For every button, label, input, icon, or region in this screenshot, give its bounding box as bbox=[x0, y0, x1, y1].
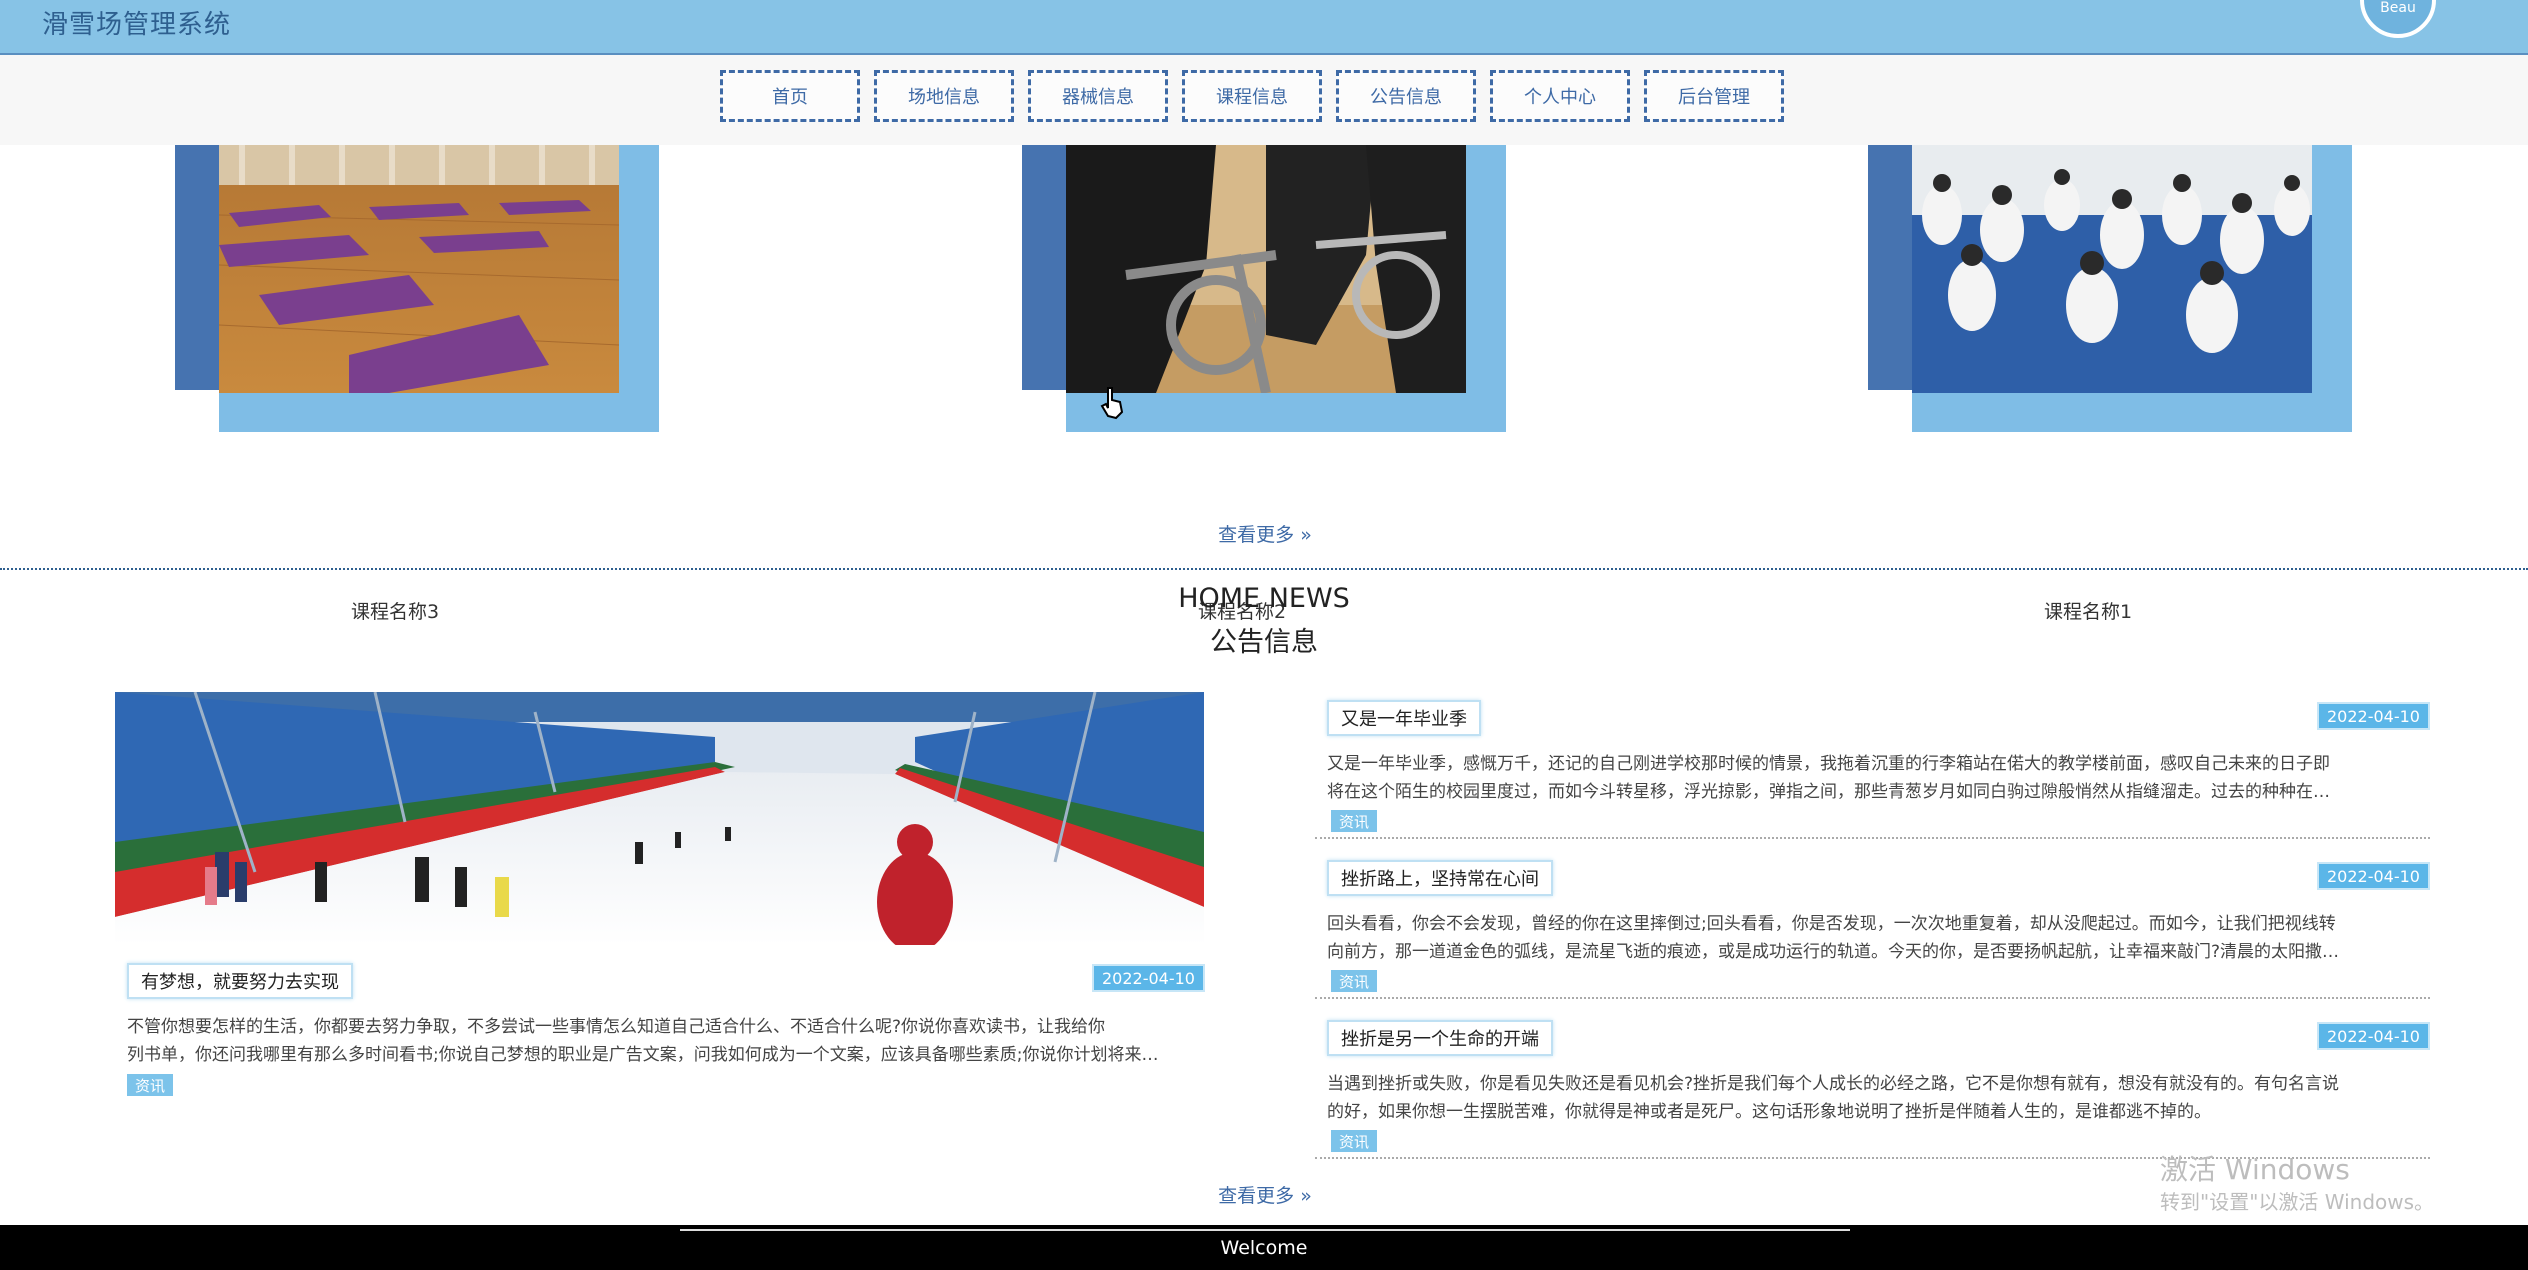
news-item-summary: 又是一年毕业季，感慨万千，还记的自己刚进学校那时候的情景，我拖着沉重的行李箱站在… bbox=[1327, 754, 2330, 802]
site-title: 滑雪场管理系统 bbox=[42, 10, 232, 40]
featured-news-title[interactable]: 有梦想，就要努力去实现 bbox=[127, 963, 353, 999]
featured-news-tag[interactable]: 资讯 bbox=[127, 1074, 174, 1096]
courses-more-link[interactable]: 查看更多 » bbox=[1165, 520, 1365, 547]
windows-watermark-subtitle: 转到"设置"以激活 Windows。 bbox=[2160, 1190, 2435, 1214]
news-divider bbox=[1315, 997, 2430, 999]
news-item-date: 2022-04-10 bbox=[2317, 862, 2430, 890]
nav-notice-info[interactable]: 公告信息 bbox=[1336, 70, 1476, 122]
avatar-text: Beau bbox=[2380, 0, 2416, 16]
course-image bbox=[1066, 145, 1466, 393]
hand-cursor-icon bbox=[1100, 386, 1126, 424]
news-item-summary: 回头看看，你会不会发现，曾经的你在这里摔倒过;回头看看，你是否发现，一次次地重复… bbox=[1327, 914, 2340, 962]
footer-divider bbox=[680, 1229, 1850, 1231]
news-item-title[interactable]: 挫折路上，坚持常在心间 bbox=[1327, 860, 1553, 896]
nav-home[interactable]: 首页 bbox=[720, 70, 860, 122]
news-item-tag[interactable]: 资讯 bbox=[1331, 810, 1378, 832]
nav-equipment-info[interactable]: 器械信息 bbox=[1028, 70, 1168, 122]
news-more-link[interactable]: 查看更多 » bbox=[1165, 1181, 1365, 1208]
news-item-date: 2022-04-10 bbox=[2317, 702, 2430, 730]
news-divider bbox=[1315, 837, 2430, 839]
news-item-tag[interactable]: 资讯 bbox=[1331, 970, 1378, 992]
nav-admin[interactable]: 后台管理 bbox=[1644, 70, 1784, 122]
section-divider bbox=[0, 568, 2528, 570]
news-item-tag[interactable]: 资讯 bbox=[1331, 1130, 1378, 1152]
nav-personal-center[interactable]: 个人中心 bbox=[1490, 70, 1630, 122]
featured-news-summary: 不管你想要怎样的生活，你都要去努力争取，不多尝试一些事情怎么知道自己适合什么、不… bbox=[127, 1017, 1159, 1065]
main-nav: 首页 场地信息 器械信息 课程信息 公告信息 个人中心 后台管理 bbox=[0, 55, 2528, 145]
news-item-date: 2022-04-10 bbox=[2317, 1022, 2430, 1050]
top-header: 滑雪场管理系统 Beau bbox=[0, 0, 2528, 55]
windows-watermark-title: 激活 Windows bbox=[2160, 1153, 2350, 1186]
news-item-title[interactable]: 挫折是另一个生命的开端 bbox=[1327, 1020, 1553, 1056]
nav-venue-info[interactable]: 场地信息 bbox=[874, 70, 1014, 122]
footer-text: Welcome bbox=[1220, 1237, 1308, 1259]
news-section-title-en: HOME NEWS bbox=[1178, 583, 1350, 614]
user-avatar[interactable]: Beau bbox=[2360, 0, 2436, 38]
news-section-title-cn: 公告信息 bbox=[1210, 627, 1318, 658]
featured-news-date: 2022-04-10 bbox=[1092, 964, 1205, 992]
course-image bbox=[219, 145, 619, 393]
course-image bbox=[1912, 145, 2312, 393]
featured-news-image[interactable] bbox=[115, 692, 1204, 945]
news-item-summary: 当遇到挫折或失败，你是看见失败还是看见机会?挫折是我们每个人成长的必经之路，它不… bbox=[1327, 1074, 2340, 1122]
footer: Welcome bbox=[0, 1225, 2528, 1270]
nav-course-info[interactable]: 课程信息 bbox=[1182, 70, 1322, 122]
news-item-title[interactable]: 又是一年毕业季 bbox=[1327, 700, 1481, 736]
